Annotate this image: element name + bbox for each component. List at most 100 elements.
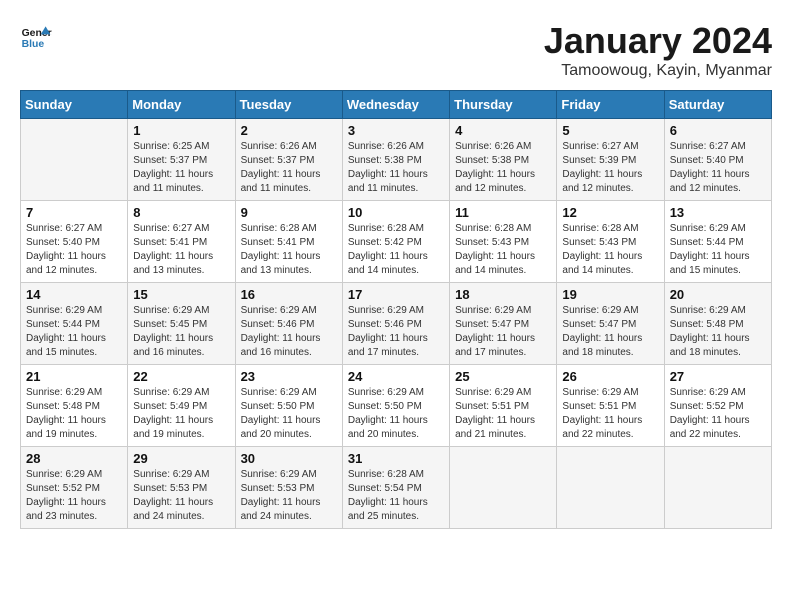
day-info: Sunrise: 6:29 AMSunset: 5:48 PMDaylight:…	[26, 386, 122, 442]
month-title: January 2024	[544, 20, 772, 62]
day-info: Sunrise: 6:28 AMSunset: 5:54 PMDaylight:…	[348, 468, 444, 524]
day-number: 28	[26, 451, 122, 466]
day-info: Sunrise: 6:28 AMSunset: 5:41 PMDaylight:…	[241, 222, 337, 278]
day-info: Sunrise: 6:27 AMSunset: 5:40 PMDaylight:…	[26, 222, 122, 278]
day-info: Sunrise: 6:26 AMSunset: 5:38 PMDaylight:…	[348, 140, 444, 196]
calendar-week-row: 7 Sunrise: 6:27 AMSunset: 5:40 PMDaylight…	[21, 201, 772, 283]
day-number: 24	[348, 369, 444, 384]
page-header: General Blue January 2024 Tamoowoug, Kay…	[20, 20, 772, 80]
calendar-cell: 8 Sunrise: 6:27 AMSunset: 5:41 PMDaylight…	[128, 201, 235, 283]
day-info: Sunrise: 6:25 AMSunset: 5:37 PMDaylight:…	[133, 140, 229, 196]
calendar-cell: 21 Sunrise: 6:29 AMSunset: 5:48 PMDayligh…	[21, 365, 128, 447]
calendar-cell: 19Sunrise: 6:29 AMSunset: 5:47 PMDayligh…	[557, 283, 664, 365]
calendar-cell: 27 Sunrise: 6:29 AMSunset: 5:52 PMDayligh…	[664, 365, 771, 447]
calendar-week-row: 14 Sunrise: 6:29 AMSunset: 5:44 PMDayligh…	[21, 283, 772, 365]
day-info: Sunrise: 6:29 AMSunset: 5:52 PMDaylight:…	[670, 386, 766, 442]
day-number: 8	[133, 205, 229, 220]
day-info: Sunrise: 6:29 AMSunset: 5:44 PMDaylight:…	[670, 222, 766, 278]
day-info: Sunrise: 6:29 AMSunset: 5:44 PMDaylight:…	[26, 304, 122, 360]
day-number: 17	[348, 287, 444, 302]
calendar-cell: 12Sunrise: 6:28 AMSunset: 5:43 PMDayligh…	[557, 201, 664, 283]
day-number: 22	[133, 369, 229, 384]
calendar-cell: 9 Sunrise: 6:28 AMSunset: 5:41 PMDaylight…	[235, 201, 342, 283]
calendar-cell	[21, 119, 128, 201]
day-number: 14	[26, 287, 122, 302]
weekday-header: Sunday	[21, 91, 128, 119]
weekday-header: Thursday	[450, 91, 557, 119]
location-subtitle: Tamoowoug, Kayin, Myanmar	[544, 62, 772, 80]
calendar-cell: 4 Sunrise: 6:26 AMSunset: 5:38 PMDaylight…	[450, 119, 557, 201]
calendar-cell: 5 Sunrise: 6:27 AMSunset: 5:39 PMDaylight…	[557, 119, 664, 201]
day-info: Sunrise: 6:29 AMSunset: 5:51 PMDaylight:…	[455, 386, 551, 442]
title-block: January 2024 Tamoowoug, Kayin, Myanmar	[544, 20, 772, 80]
day-number: 9	[241, 205, 337, 220]
day-number: 15	[133, 287, 229, 302]
day-info: Sunrise: 6:29 AMSunset: 5:51 PMDaylight:…	[562, 386, 658, 442]
day-info: Sunrise: 6:27 AMSunset: 5:41 PMDaylight:…	[133, 222, 229, 278]
header-row: SundayMondayTuesdayWednesdayThursdayFrid…	[21, 91, 772, 119]
day-number: 6	[670, 123, 766, 138]
day-info: Sunrise: 6:29 AMSunset: 5:50 PMDaylight:…	[241, 386, 337, 442]
calendar-cell: 17 Sunrise: 6:29 AMSunset: 5:46 PMDayligh…	[342, 283, 449, 365]
day-number: 12	[562, 205, 658, 220]
day-number: 3	[348, 123, 444, 138]
day-number: 1	[133, 123, 229, 138]
day-number: 7	[26, 205, 122, 220]
day-number: 23	[241, 369, 337, 384]
calendar-cell: 6 Sunrise: 6:27 AMSunset: 5:40 PMDaylight…	[664, 119, 771, 201]
day-info: Sunrise: 6:29 AMSunset: 5:53 PMDaylight:…	[133, 468, 229, 524]
calendar-cell: 23 Sunrise: 6:29 AMSunset: 5:50 PMDayligh…	[235, 365, 342, 447]
calendar-table: SundayMondayTuesdayWednesdayThursdayFrid…	[20, 90, 772, 529]
calendar-cell	[557, 447, 664, 529]
day-number: 5	[562, 123, 658, 138]
day-number: 10	[348, 205, 444, 220]
day-info: Sunrise: 6:27 AMSunset: 5:39 PMDaylight:…	[562, 140, 658, 196]
calendar-cell: 16 Sunrise: 6:29 AMSunset: 5:46 PMDayligh…	[235, 283, 342, 365]
day-number: 30	[241, 451, 337, 466]
calendar-cell	[664, 447, 771, 529]
calendar-cell: 26Sunrise: 6:29 AMSunset: 5:51 PMDayligh…	[557, 365, 664, 447]
calendar-cell: 25Sunrise: 6:29 AMSunset: 5:51 PMDayligh…	[450, 365, 557, 447]
calendar-cell: 13 Sunrise: 6:29 AMSunset: 5:44 PMDayligh…	[664, 201, 771, 283]
day-info: Sunrise: 6:29 AMSunset: 5:47 PMDaylight:…	[562, 304, 658, 360]
day-info: Sunrise: 6:29 AMSunset: 5:49 PMDaylight:…	[133, 386, 229, 442]
calendar-cell: 3 Sunrise: 6:26 AMSunset: 5:38 PMDaylight…	[342, 119, 449, 201]
day-number: 13	[670, 205, 766, 220]
day-info: Sunrise: 6:29 AMSunset: 5:50 PMDaylight:…	[348, 386, 444, 442]
calendar-cell: 10Sunrise: 6:28 AMSunset: 5:42 PMDayligh…	[342, 201, 449, 283]
day-number: 29	[133, 451, 229, 466]
calendar-week-row: 1 Sunrise: 6:25 AMSunset: 5:37 PMDaylight…	[21, 119, 772, 201]
day-number: 2	[241, 123, 337, 138]
calendar-cell: 18Sunrise: 6:29 AMSunset: 5:47 PMDayligh…	[450, 283, 557, 365]
day-number: 16	[241, 287, 337, 302]
calendar-week-row: 28Sunrise: 6:29 AMSunset: 5:52 PMDayligh…	[21, 447, 772, 529]
calendar-cell: 20Sunrise: 6:29 AMSunset: 5:48 PMDayligh…	[664, 283, 771, 365]
day-number: 18	[455, 287, 551, 302]
svg-text:Blue: Blue	[22, 39, 45, 50]
calendar-week-row: 21 Sunrise: 6:29 AMSunset: 5:48 PMDayligh…	[21, 365, 772, 447]
day-number: 27	[670, 369, 766, 384]
calendar-cell: 29 Sunrise: 6:29 AMSunset: 5:53 PMDayligh…	[128, 447, 235, 529]
day-info: Sunrise: 6:26 AMSunset: 5:37 PMDaylight:…	[241, 140, 337, 196]
calendar-cell: 28Sunrise: 6:29 AMSunset: 5:52 PMDayligh…	[21, 447, 128, 529]
weekday-header: Wednesday	[342, 91, 449, 119]
logo: General Blue	[20, 20, 52, 52]
day-number: 4	[455, 123, 551, 138]
day-info: Sunrise: 6:27 AMSunset: 5:40 PMDaylight:…	[670, 140, 766, 196]
weekday-header: Friday	[557, 91, 664, 119]
calendar-cell	[450, 447, 557, 529]
calendar-cell: 24 Sunrise: 6:29 AMSunset: 5:50 PMDayligh…	[342, 365, 449, 447]
calendar-cell: 31 Sunrise: 6:28 AMSunset: 5:54 PMDayligh…	[342, 447, 449, 529]
day-info: Sunrise: 6:28 AMSunset: 5:43 PMDaylight:…	[455, 222, 551, 278]
calendar-cell: 22 Sunrise: 6:29 AMSunset: 5:49 PMDayligh…	[128, 365, 235, 447]
day-number: 21	[26, 369, 122, 384]
calendar-cell: 30Sunrise: 6:29 AMSunset: 5:53 PMDayligh…	[235, 447, 342, 529]
day-number: 31	[348, 451, 444, 466]
day-info: Sunrise: 6:26 AMSunset: 5:38 PMDaylight:…	[455, 140, 551, 196]
day-info: Sunrise: 6:29 AMSunset: 5:46 PMDaylight:…	[348, 304, 444, 360]
day-info: Sunrise: 6:29 AMSunset: 5:46 PMDaylight:…	[241, 304, 337, 360]
weekday-header: Saturday	[664, 91, 771, 119]
calendar-cell: 14 Sunrise: 6:29 AMSunset: 5:44 PMDayligh…	[21, 283, 128, 365]
day-number: 11	[455, 205, 551, 220]
day-info: Sunrise: 6:29 AMSunset: 5:48 PMDaylight:…	[670, 304, 766, 360]
